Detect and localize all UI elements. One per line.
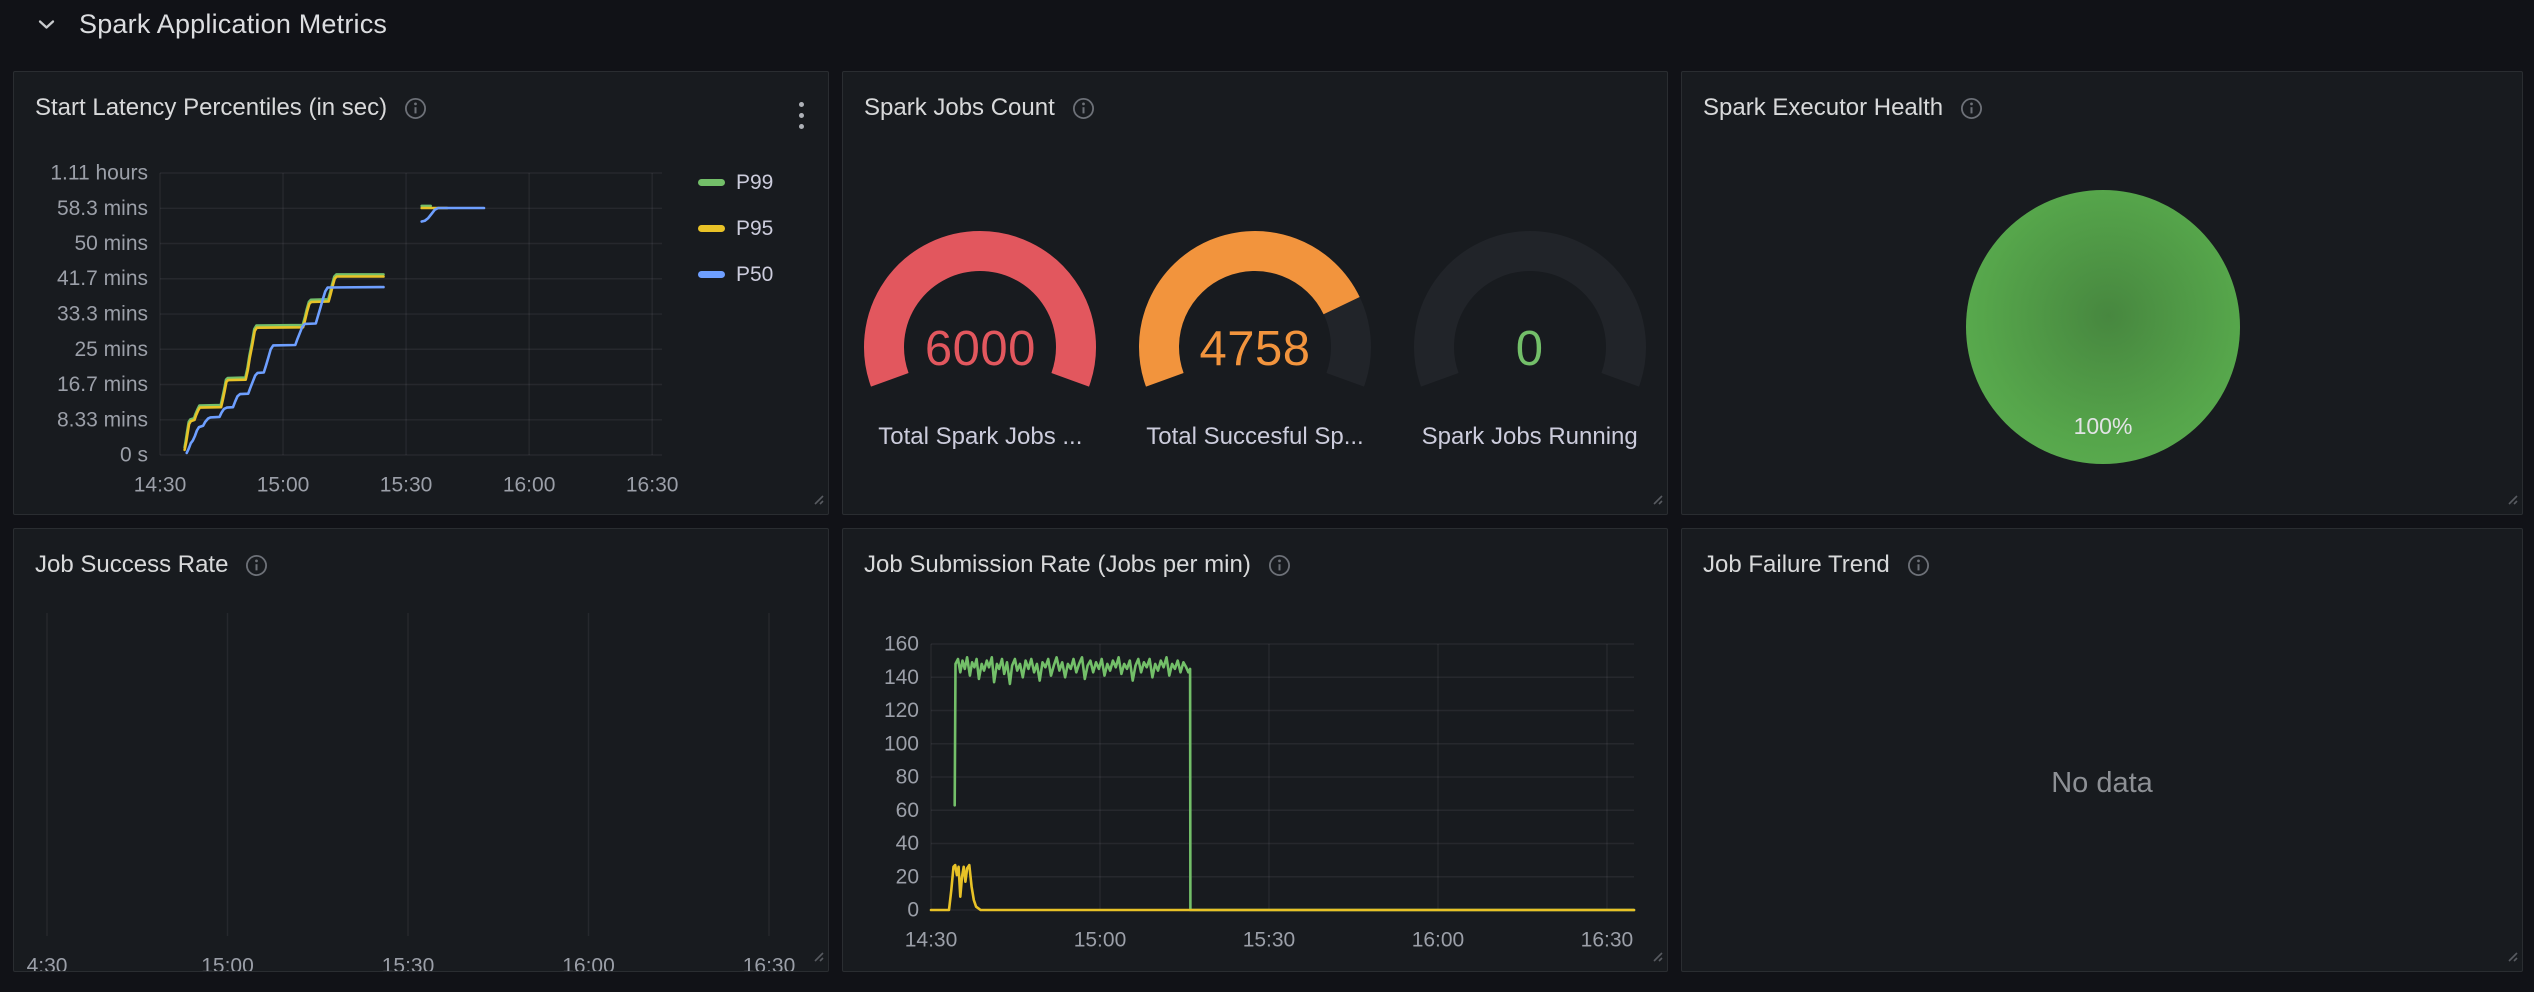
panel-title[interactable]: Job Submission Rate (Jobs per min): [864, 551, 1251, 579]
panel-title[interactable]: Job Failure Trend: [1703, 551, 1890, 579]
svg-text:41.7 mins: 41.7 mins: [57, 267, 148, 290]
svg-text:60: 60: [896, 799, 919, 822]
legend-item-p99[interactable]: P99: [698, 172, 773, 193]
svg-text:8.33 mins: 8.33 mins: [57, 408, 148, 431]
legend-item-p50[interactable]: P50: [698, 264, 773, 285]
panel-title[interactable]: Start Latency Percentiles (in sec): [35, 94, 387, 122]
gauge-label: Total Spark Jobs ...: [878, 423, 1082, 451]
gauge-label: Spark Jobs Running: [1422, 423, 1638, 451]
info-icon[interactable]: [1072, 97, 1095, 120]
info-icon[interactable]: [404, 97, 427, 120]
svg-text:0: 0: [907, 899, 919, 922]
resize-handle[interactable]: [1648, 490, 1664, 511]
legend-swatch-p95: [698, 225, 725, 232]
panel-header: Job Submission Rate (Jobs per min): [843, 529, 1667, 601]
svg-text:40: 40: [896, 832, 919, 855]
panel-title[interactable]: Spark Jobs Count: [864, 94, 1055, 122]
panel-menu-kebab-icon[interactable]: [795, 98, 808, 133]
grafana-dashboard: Spark Application Metrics Start Latency …: [0, 0, 2534, 992]
resize-handle[interactable]: [2503, 490, 2519, 511]
svg-text:20: 20: [896, 865, 919, 888]
dashboard-row-header[interactable]: Spark Application Metrics: [38, 9, 387, 40]
svg-text:120: 120: [884, 699, 919, 722]
svg-text:140: 140: [884, 666, 919, 689]
panel-title[interactable]: Job Success Rate: [35, 551, 228, 579]
resize-handle[interactable]: [809, 490, 825, 511]
svg-text:100: 100: [884, 732, 919, 755]
svg-text:50 mins: 50 mins: [74, 232, 148, 255]
gauge-value: 6000: [843, 321, 1118, 377]
svg-text:4:30: 4:30: [27, 955, 68, 973]
svg-text:15:30: 15:30: [380, 474, 433, 497]
svg-text:58.3 mins: 58.3 mins: [57, 197, 148, 220]
svg-text:16.7 mins: 16.7 mins: [57, 373, 148, 396]
svg-text:15:00: 15:00: [1074, 929, 1127, 952]
svg-text:16:00: 16:00: [503, 474, 556, 497]
row-title: Spark Application Metrics: [79, 9, 387, 40]
panel-start-latency-percentiles: Start Latency Percentiles (in sec) 0 s 8.…: [13, 71, 829, 515]
gauge-total-successful-jobs: 4758 Total Succesful Sp...: [1118, 215, 1393, 451]
svg-text:160: 160: [884, 633, 919, 656]
legend-swatch-p99: [698, 179, 725, 186]
info-icon[interactable]: [1960, 97, 1983, 120]
panel-header: Job Failure Trend: [1682, 529, 2522, 601]
gauge-spark-jobs-running: 0 Spark Jobs Running: [1392, 215, 1667, 451]
svg-text:16:30: 16:30: [626, 474, 679, 497]
gauge-total-spark-jobs: 6000 Total Spark Jobs ...: [843, 215, 1118, 451]
executor-health-pie[interactable]: 100%: [1966, 190, 2240, 464]
gauge-label: Total Succesful Sp...: [1146, 423, 1363, 451]
panel-spark-executor-health: Spark Executor Health 100%: [1681, 71, 2523, 515]
info-icon[interactable]: [1907, 554, 1930, 577]
svg-text:14:30: 14:30: [905, 929, 958, 952]
resize-handle[interactable]: [809, 947, 825, 968]
panel-title[interactable]: Spark Executor Health: [1703, 94, 1943, 122]
svg-text:25 mins: 25 mins: [74, 338, 148, 361]
panel-header: Spark Executor Health: [1682, 72, 2522, 144]
chevron-down-icon[interactable]: [38, 19, 55, 30]
svg-text:33.3 mins: 33.3 mins: [57, 303, 148, 326]
panel-job-submission-rate: Job Submission Rate (Jobs per min) 0 20 40…: [842, 528, 1668, 972]
no-data-message: No data: [1682, 767, 2522, 800]
panel-header: Spark Jobs Count: [843, 72, 1667, 144]
svg-text:14:30: 14:30: [134, 474, 187, 497]
resize-handle[interactable]: [2503, 947, 2519, 968]
gauge-value: 4758: [1118, 321, 1393, 377]
svg-text:15:30: 15:30: [382, 955, 435, 973]
svg-text:16:30: 16:30: [1581, 929, 1634, 952]
svg-text:0 s: 0 s: [120, 444, 148, 467]
svg-text:80: 80: [896, 766, 919, 789]
panel-header: Start Latency Percentiles (in sec): [14, 72, 828, 144]
svg-text:1.11 hours: 1.11 hours: [50, 162, 148, 185]
info-icon[interactable]: [1268, 554, 1291, 577]
panel-job-failure-trend: Job Failure Trend No data: [1681, 528, 2523, 972]
resize-handle[interactable]: [1648, 947, 1664, 968]
panel-header: Job Success Rate: [14, 529, 828, 601]
gauge-group: 6000 Total Spark Jobs ... 4758 Total Suc…: [843, 215, 1667, 451]
chart-legend: P99 P95 P50: [698, 172, 773, 285]
svg-text:16:30: 16:30: [743, 955, 796, 973]
gauge-value: 0: [1392, 321, 1667, 377]
panel-job-success-rate: Job Success Rate 4:30 15:00 15:30 16:00 16:3…: [13, 528, 829, 972]
panel-spark-jobs-count: Spark Jobs Count 6000 Total Spark Jobs .…: [842, 71, 1668, 515]
svg-text:15:00: 15:00: [257, 474, 310, 497]
legend-item-p95[interactable]: P95: [698, 218, 773, 239]
info-icon[interactable]: [245, 554, 268, 577]
svg-text:16:00: 16:00: [1412, 929, 1465, 952]
svg-text:16:00: 16:00: [562, 955, 615, 973]
svg-text:15:30: 15:30: [1243, 929, 1296, 952]
legend-swatch-p50: [698, 271, 725, 278]
svg-text:15:00: 15:00: [201, 955, 254, 973]
pie-slice-label: 100%: [1966, 413, 2240, 440]
